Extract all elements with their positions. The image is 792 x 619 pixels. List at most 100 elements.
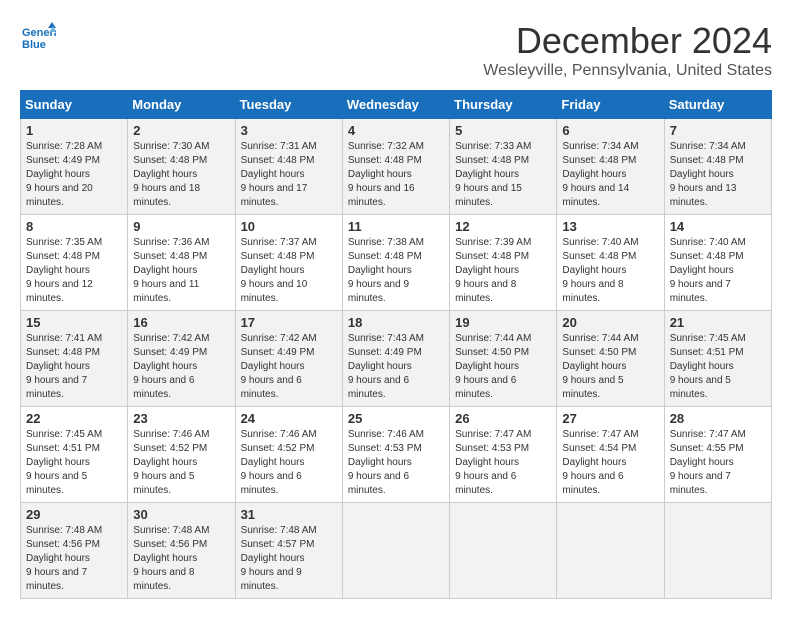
calendar-cell: 16 Sunrise: 7:42 AMSunset: 4:49 PMDayligh…	[128, 311, 235, 407]
day-info: Sunrise: 7:28 AMSunset: 4:49 PMDaylight …	[26, 140, 122, 210]
day-info: Sunrise: 7:33 AMSunset: 4:48 PMDaylight …	[455, 140, 551, 210]
day-number: 17	[241, 315, 337, 330]
calendar-cell: 24 Sunrise: 7:46 AMSunset: 4:52 PMDayligh…	[235, 407, 342, 503]
day-number: 22	[26, 411, 122, 426]
day-info: Sunrise: 7:40 AMSunset: 4:48 PMDaylight …	[670, 236, 766, 306]
calendar-cell: 9 Sunrise: 7:36 AMSunset: 4:48 PMDaylight…	[128, 215, 235, 311]
day-info: Sunrise: 7:34 AMSunset: 4:48 PMDaylight …	[670, 140, 766, 210]
weekday-header-tuesday: Tuesday	[235, 91, 342, 119]
day-info: Sunrise: 7:46 AMSunset: 4:52 PMDaylight …	[133, 428, 229, 498]
day-number: 27	[562, 411, 658, 426]
day-info: Sunrise: 7:47 AMSunset: 4:53 PMDaylight …	[455, 428, 551, 498]
calendar-cell: 31 Sunrise: 7:48 AMSunset: 4:57 PMDayligh…	[235, 503, 342, 599]
calendar-body: 1 Sunrise: 7:28 AMSunset: 4:49 PMDaylight…	[21, 119, 772, 599]
day-number: 16	[133, 315, 229, 330]
day-number: 9	[133, 219, 229, 234]
weekday-header-saturday: Saturday	[664, 91, 771, 119]
calendar-title: December 2024	[483, 20, 772, 62]
day-info: Sunrise: 7:32 AMSunset: 4:48 PMDaylight …	[348, 140, 444, 210]
calendar-cell	[557, 503, 664, 599]
calendar-week-row: 22 Sunrise: 7:45 AMSunset: 4:51 PMDayligh…	[21, 407, 772, 503]
day-number: 7	[670, 123, 766, 138]
day-info: Sunrise: 7:35 AMSunset: 4:48 PMDaylight …	[26, 236, 122, 306]
day-info: Sunrise: 7:42 AMSunset: 4:49 PMDaylight …	[241, 332, 337, 402]
calendar-week-row: 1 Sunrise: 7:28 AMSunset: 4:49 PMDaylight…	[21, 119, 772, 215]
calendar-cell: 18 Sunrise: 7:43 AMSunset: 4:49 PMDayligh…	[342, 311, 449, 407]
calendar-cell: 30 Sunrise: 7:48 AMSunset: 4:56 PMDayligh…	[128, 503, 235, 599]
calendar-cell: 19 Sunrise: 7:44 AMSunset: 4:50 PMDayligh…	[450, 311, 557, 407]
day-info: Sunrise: 7:46 AMSunset: 4:53 PMDaylight …	[348, 428, 444, 498]
day-number: 25	[348, 411, 444, 426]
calendar-cell: 4 Sunrise: 7:32 AMSunset: 4:48 PMDaylight…	[342, 119, 449, 215]
day-info: Sunrise: 7:45 AMSunset: 4:51 PMDaylight …	[670, 332, 766, 402]
day-number: 18	[348, 315, 444, 330]
day-number: 19	[455, 315, 551, 330]
day-number: 28	[670, 411, 766, 426]
day-info: Sunrise: 7:44 AMSunset: 4:50 PMDaylight …	[455, 332, 551, 402]
day-info: Sunrise: 7:41 AMSunset: 4:48 PMDaylight …	[26, 332, 122, 402]
day-number: 6	[562, 123, 658, 138]
day-info: Sunrise: 7:48 AMSunset: 4:57 PMDaylight …	[241, 524, 337, 594]
day-number: 24	[241, 411, 337, 426]
calendar-cell: 14 Sunrise: 7:40 AMSunset: 4:48 PMDayligh…	[664, 215, 771, 311]
day-info: Sunrise: 7:46 AMSunset: 4:52 PMDaylight …	[241, 428, 337, 498]
day-info: Sunrise: 7:48 AMSunset: 4:56 PMDaylight …	[133, 524, 229, 594]
calendar-cell: 28 Sunrise: 7:47 AMSunset: 4:55 PMDayligh…	[664, 407, 771, 503]
day-info: Sunrise: 7:36 AMSunset: 4:48 PMDaylight …	[133, 236, 229, 306]
day-info: Sunrise: 7:39 AMSunset: 4:48 PMDaylight …	[455, 236, 551, 306]
day-info: Sunrise: 7:30 AMSunset: 4:48 PMDaylight …	[133, 140, 229, 210]
day-number: 1	[26, 123, 122, 138]
day-number: 14	[670, 219, 766, 234]
calendar-header: SundayMondayTuesdayWednesdayThursdayFrid…	[21, 91, 772, 119]
day-info: Sunrise: 7:42 AMSunset: 4:49 PMDaylight …	[133, 332, 229, 402]
calendar-cell	[450, 503, 557, 599]
calendar-cell: 29 Sunrise: 7:48 AMSunset: 4:56 PMDayligh…	[21, 503, 128, 599]
svg-text:General: General	[22, 27, 56, 39]
calendar-cell: 6 Sunrise: 7:34 AMSunset: 4:48 PMDaylight…	[557, 119, 664, 215]
calendar-cell: 15Sunrise: 7:41 AMSunset: 4:48 PMDayligh…	[21, 311, 128, 407]
day-number: 8	[26, 219, 122, 234]
day-info: Sunrise: 7:45 AMSunset: 4:51 PMDaylight …	[26, 428, 122, 498]
day-number: 11	[348, 219, 444, 234]
calendar-cell: 21 Sunrise: 7:45 AMSunset: 4:51 PMDayligh…	[664, 311, 771, 407]
calendar-cell: 1 Sunrise: 7:28 AMSunset: 4:49 PMDaylight…	[21, 119, 128, 215]
day-number: 26	[455, 411, 551, 426]
calendar-cell: 10Sunrise: 7:37 AMSunset: 4:48 PMDayligh…	[235, 215, 342, 311]
title-block: December 2024 Wesleyville, Pennsylvania,…	[483, 20, 772, 80]
calendar-cell: 23 Sunrise: 7:46 AMSunset: 4:52 PMDayligh…	[128, 407, 235, 503]
calendar-cell: 2Sunrise: 7:30 AMSunset: 4:48 PMDaylight…	[128, 119, 235, 215]
logo-icon: General Blue	[20, 20, 56, 56]
day-number: 13	[562, 219, 658, 234]
logo: General Blue	[20, 20, 56, 56]
day-info: Sunrise: 7:47 AMSunset: 4:55 PMDaylight …	[670, 428, 766, 498]
calendar-cell: 12 Sunrise: 7:39 AMSunset: 4:48 PMDayligh…	[450, 215, 557, 311]
day-number: 21	[670, 315, 766, 330]
day-number: 4	[348, 123, 444, 138]
day-info: Sunrise: 7:43 AMSunset: 4:49 PMDaylight …	[348, 332, 444, 402]
day-info: Sunrise: 7:34 AMSunset: 4:48 PMDaylight …	[562, 140, 658, 210]
calendar-cell	[342, 503, 449, 599]
calendar-cell: 17 Sunrise: 7:42 AMSunset: 4:49 PMDayligh…	[235, 311, 342, 407]
calendar-cell: 5 Sunrise: 7:33 AMSunset: 4:48 PMDaylight…	[450, 119, 557, 215]
weekday-header-sunday: Sunday	[21, 91, 128, 119]
calendar-cell: 26 Sunrise: 7:47 AMSunset: 4:53 PMDayligh…	[450, 407, 557, 503]
day-info: Sunrise: 7:47 AMSunset: 4:54 PMDaylight …	[562, 428, 658, 498]
day-info: Sunrise: 7:48 AMSunset: 4:56 PMDaylight …	[26, 524, 122, 594]
calendar-cell: 8 Sunrise: 7:35 AMSunset: 4:48 PMDaylight…	[21, 215, 128, 311]
day-number: 30	[133, 507, 229, 522]
calendar-cell: 22 Sunrise: 7:45 AMSunset: 4:51 PMDayligh…	[21, 407, 128, 503]
day-number: 12	[455, 219, 551, 234]
weekday-header-friday: Friday	[557, 91, 664, 119]
day-number: 29	[26, 507, 122, 522]
day-info: Sunrise: 7:31 AMSunset: 4:48 PMDaylight …	[241, 140, 337, 210]
calendar-cell: 11Sunrise: 7:38 AMSunset: 4:48 PMDayligh…	[342, 215, 449, 311]
calendar-cell	[664, 503, 771, 599]
day-info: Sunrise: 7:44 AMSunset: 4:50 PMDaylight …	[562, 332, 658, 402]
day-number: 5	[455, 123, 551, 138]
calendar-week-row: 8 Sunrise: 7:35 AMSunset: 4:48 PMDaylight…	[21, 215, 772, 311]
day-number: 31	[241, 507, 337, 522]
calendar-table: SundayMondayTuesdayWednesdayThursdayFrid…	[20, 90, 772, 599]
weekday-header-monday: Monday	[128, 91, 235, 119]
page-header: General Blue December 2024 Wesleyville, …	[20, 20, 772, 80]
day-number: 23	[133, 411, 229, 426]
